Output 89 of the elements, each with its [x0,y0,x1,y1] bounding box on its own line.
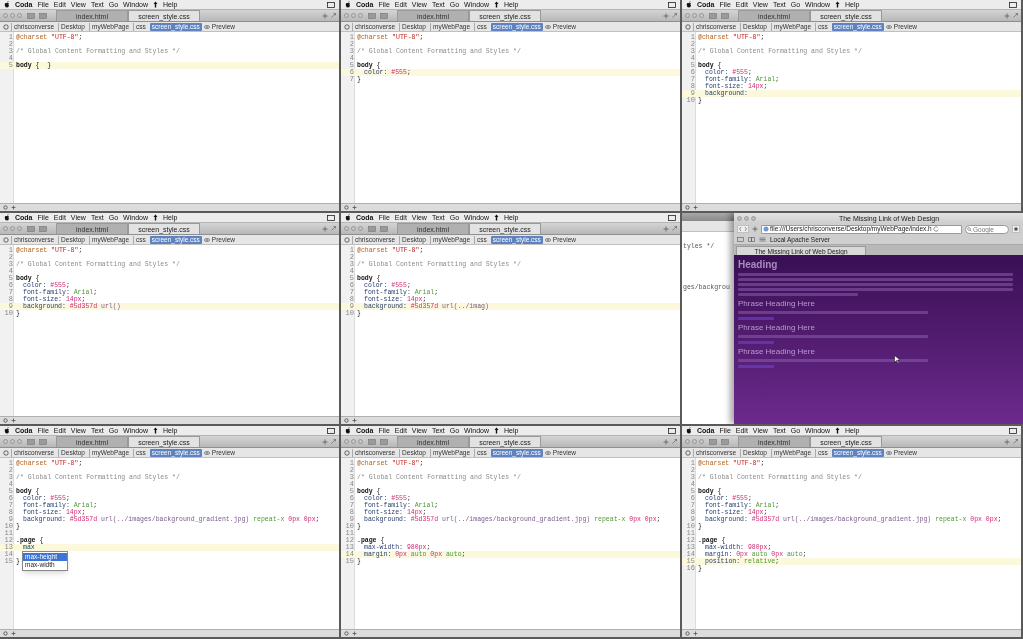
reading-list-icon[interactable] [737,237,744,242]
add-icon[interactable] [11,631,16,636]
toolbar [682,213,734,221]
path-bar [682,221,734,232]
display-icon[interactable] [327,214,335,221]
apple-icon[interactable] [345,427,351,434]
script-icon[interactable] [835,1,840,8]
script-icon[interactable] [494,427,499,434]
page-subheading: Phrase Heading Here [738,299,815,308]
eye-icon [544,24,551,29]
faded-link-drawing [738,341,774,344]
fullscreen-icon[interactable] [672,13,677,18]
fullscreen-icon[interactable] [331,13,336,18]
split-view-icon[interactable] [380,12,388,19]
page-subheading: Phrase Heading Here [738,347,815,356]
eye-icon [203,24,210,29]
eye-icon [203,237,210,242]
script-icon[interactable] [153,427,158,434]
sidebar-icon[interactable] [368,12,376,19]
add-icon[interactable] [663,12,669,19]
add-icon[interactable] [752,226,758,232]
eye-icon [203,450,210,455]
script-icon[interactable] [494,1,499,8]
faded-link-drawing [738,317,774,320]
eye-icon [885,450,892,455]
apple-icon[interactable] [345,214,351,221]
add-icon[interactable] [693,205,698,210]
add-icon[interactable] [11,205,16,210]
search-icon [967,226,972,232]
eye-icon [544,237,551,242]
add-icon[interactable] [322,12,328,19]
faded-link-drawing [738,365,774,368]
display-icon[interactable] [668,214,676,221]
display-icon[interactable] [668,427,676,434]
sidebar-icon[interactable] [27,225,35,232]
add-icon[interactable] [352,418,357,423]
apple-icon[interactable] [4,427,10,434]
add-icon[interactable] [352,205,357,210]
apple-icon[interactable] [4,214,10,221]
globe-icon [763,226,769,232]
sidebar-icon[interactable] [27,12,35,19]
apple-icon[interactable] [4,1,10,8]
script-icon[interactable] [494,214,499,221]
display-icon[interactable] [1009,1,1017,8]
add-icon[interactable] [1004,12,1010,19]
eye-icon [544,450,551,455]
add-icon[interactable] [1004,438,1010,445]
add-icon[interactable] [663,438,669,445]
sidebar-icon[interactable] [27,438,35,445]
add-icon[interactable] [322,438,328,445]
fullscreen-icon[interactable] [672,226,677,231]
fullscreen-icon[interactable] [672,439,677,444]
fullscreen-icon[interactable] [331,226,336,231]
add-icon[interactable] [352,631,357,636]
split-view-icon[interactable] [721,12,729,19]
fullscreen-icon[interactable] [331,439,336,444]
fullscreen-icon[interactable] [1013,13,1018,18]
add-icon[interactable] [11,418,16,423]
bookmarks-icon[interactable] [748,237,755,242]
split-view-icon[interactable] [380,438,388,445]
display-icon[interactable] [327,427,335,434]
split-view-icon[interactable] [380,225,388,232]
add-icon[interactable] [663,225,669,232]
sidebar-icon[interactable] [368,225,376,232]
apple-icon[interactable] [345,1,351,8]
page-subheading: Phrase Heading Here [738,323,815,332]
sidebar-icon[interactable] [709,12,717,19]
grid-icon[interactable] [759,237,766,242]
split-view-icon[interactable] [721,438,729,445]
sidebar-icon[interactable] [709,438,717,445]
mouse-pointer-icon [894,355,900,364]
display-icon[interactable] [1009,427,1017,434]
split-view-icon[interactable] [39,12,47,19]
apple-icon[interactable] [686,1,692,8]
script-icon[interactable] [835,427,840,434]
apple-icon[interactable] [686,427,692,434]
display-icon[interactable] [668,1,676,8]
script-icon[interactable] [153,214,158,221]
split-view-icon[interactable] [39,225,47,232]
fullscreen-icon[interactable] [1013,439,1018,444]
add-icon[interactable] [693,631,698,636]
sidebar-icon[interactable] [368,438,376,445]
split-view-icon[interactable] [39,438,47,445]
script-icon[interactable] [153,1,158,8]
add-icon[interactable] [322,225,328,232]
eye-icon [885,24,892,29]
page-heading: Heading [738,259,778,270]
display-icon[interactable] [327,1,335,8]
back-forward-icon[interactable] [737,225,749,233]
